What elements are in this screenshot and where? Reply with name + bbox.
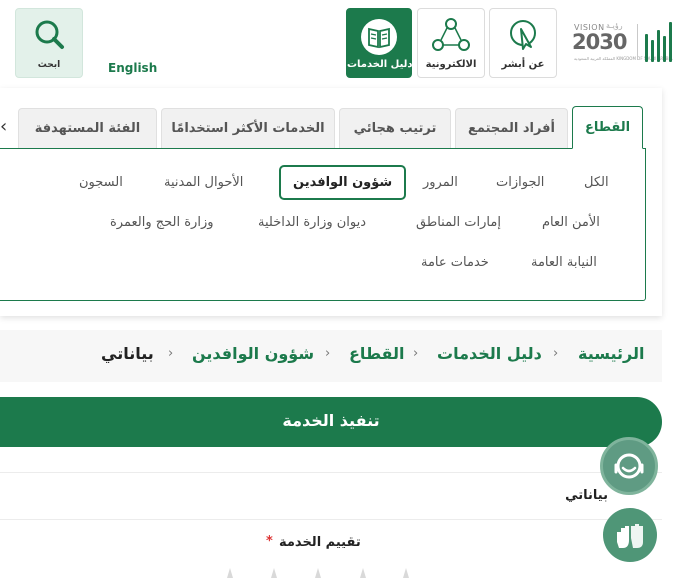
breadcrumb-sector[interactable]: القطاع xyxy=(349,344,405,363)
category-hajj-umrah-ministry[interactable]: وزارة الحج والعمرة xyxy=(110,215,214,230)
chevron-left-icon: › xyxy=(325,346,331,361)
tab-alphabetical[interactable]: ترتيب هجائي xyxy=(339,108,451,148)
sign-language-hands-icon xyxy=(617,524,643,548)
logo-divider xyxy=(637,24,638,60)
about-absher-label: عن أبشر xyxy=(501,59,545,70)
pointer-icon xyxy=(510,20,536,50)
vision-2030-logo[interactable]: رؤيـة VISION 2030 المملكة العربية السعود… xyxy=(572,20,676,66)
eservices-label: الالكترونية xyxy=(425,59,477,70)
service-name: بياناتي xyxy=(565,488,608,503)
breadcrumb-home[interactable]: الرئيسية xyxy=(578,344,645,363)
execute-service-header[interactable]: تنفيذ الخدمة xyxy=(0,397,662,447)
eservices-button[interactable]: الالكترونية xyxy=(417,8,485,78)
category-regional-emirates[interactable]: إمارات المناطق xyxy=(416,215,501,230)
services-guide-label: دليل الخدمات xyxy=(347,59,413,70)
search-button[interactable]: ابحث xyxy=(15,8,83,78)
tab-target-group[interactable]: الفئة المستهدفة xyxy=(18,108,157,148)
services-guide-button[interactable]: دليل الخدمات xyxy=(346,8,413,78)
execute-service-title: تنفيذ الخدمة xyxy=(282,411,380,430)
tab-most-used[interactable]: الخدمات الأكثر استخدامًا xyxy=(161,108,335,148)
vision-year: 2030 xyxy=(572,30,627,54)
category-public-prosecution[interactable]: النيابة العامة xyxy=(531,255,597,270)
category-traffic[interactable]: المرور xyxy=(423,175,458,190)
breadcrumb: الرئيسية › دليل الخدمات › القطاع › شؤون … xyxy=(0,330,662,382)
tab-community-members[interactable]: أفراد المجتمع xyxy=(455,108,568,148)
category-prisons[interactable]: السجون xyxy=(79,175,123,190)
breadcrumb-current-page: بياناتي xyxy=(101,344,154,363)
category-expatriate-affairs[interactable]: شؤون الوافدين xyxy=(279,165,407,200)
chevron-left-icon: › xyxy=(553,346,559,361)
rating-stars xyxy=(218,566,418,580)
site-header: رؤيـة VISION 2030 المملكة العربية السعود… xyxy=(0,0,681,88)
vision-arabic-text: رؤيـة xyxy=(606,21,623,30)
star-icon[interactable] xyxy=(262,566,286,580)
search-icon xyxy=(35,20,64,49)
absher-logo-icon xyxy=(644,22,672,62)
book-icon xyxy=(361,19,397,55)
breadcrumb-expatriate-affairs[interactable]: شؤون الوافدين xyxy=(192,344,314,363)
star-icon[interactable] xyxy=(218,566,242,580)
accessibility-assistant-button[interactable] xyxy=(600,437,658,495)
chevron-left-icon: › xyxy=(413,346,419,361)
category-interior-ministry-office[interactable]: ديوان وزارة الداخلية xyxy=(258,215,366,230)
about-absher-button[interactable]: عن أبشر xyxy=(489,8,557,78)
breadcrumb-services-guide[interactable]: دليل الخدمات xyxy=(437,344,542,363)
tabs-scroll-left-icon[interactable]: ‹ xyxy=(0,116,12,138)
category-civil-affairs[interactable]: الأحوال المدنية xyxy=(164,175,243,190)
category-list: الكل الجوازات المرور شؤون الوافدين الأحو… xyxy=(0,148,646,301)
tab-sector[interactable]: القطاع xyxy=(572,106,643,149)
search-label: ابحث xyxy=(37,60,61,70)
english-language-link[interactable]: English xyxy=(108,61,157,75)
category-general-services[interactable]: خدمات عامة xyxy=(421,255,489,270)
services-filter-panel: ‹ القطاع أفراد المجتمع ترتيب هجائي الخدم… xyxy=(0,88,662,316)
star-icon[interactable] xyxy=(394,566,418,580)
service-rating-label: تقييم الخدمة xyxy=(279,535,361,550)
assistant-face-icon xyxy=(614,453,644,479)
star-icon[interactable] xyxy=(351,566,375,580)
category-public-security[interactable]: الأمن العام xyxy=(542,215,600,230)
share-icon xyxy=(432,18,470,51)
sign-language-button[interactable] xyxy=(603,508,657,562)
chevron-left-icon: › xyxy=(168,346,174,361)
star-icon[interactable] xyxy=(306,566,330,580)
service-row: بياناتي xyxy=(0,472,662,520)
category-all[interactable]: الكل xyxy=(584,175,609,190)
category-passports[interactable]: الجوازات xyxy=(496,175,544,190)
required-mark: * xyxy=(266,534,273,549)
